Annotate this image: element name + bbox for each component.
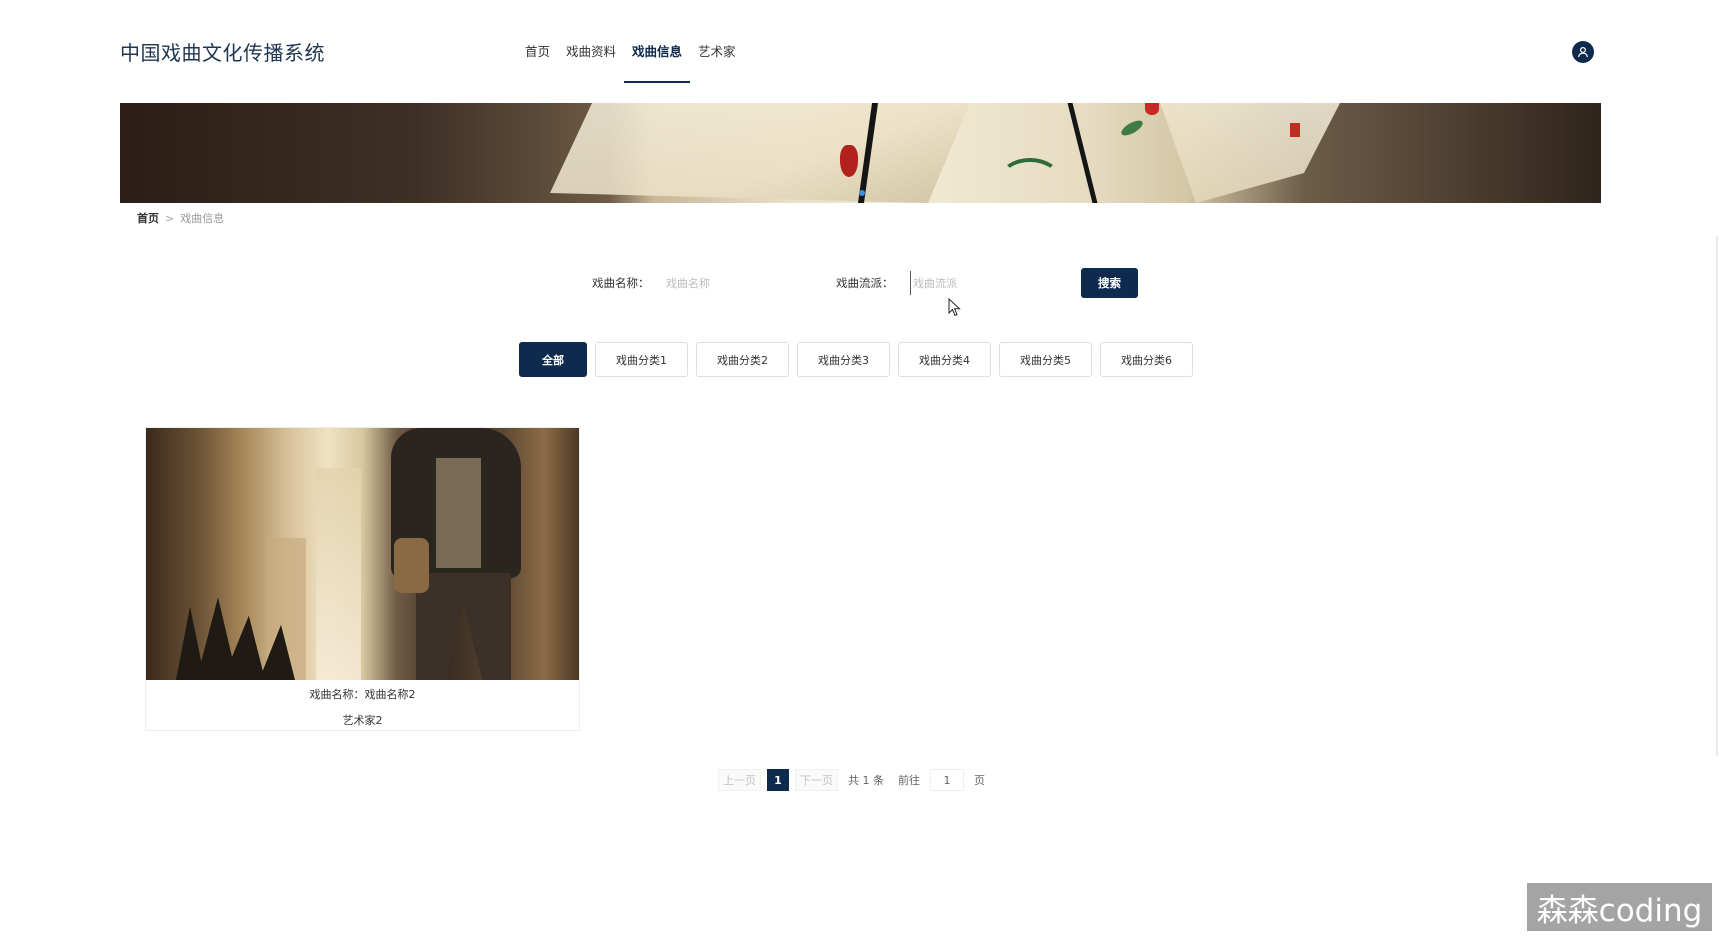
category-4[interactable]: 戏曲分类4 bbox=[898, 342, 991, 377]
carousel-indicator-dot[interactable] bbox=[859, 190, 865, 196]
nav-item-artists[interactable]: 艺术家 bbox=[690, 0, 744, 100]
pagination: 上一页 1 下一页 共 1 条 前往 页 bbox=[718, 769, 989, 791]
total-count: 共 1 条 bbox=[848, 774, 884, 787]
search-button[interactable]: 搜索 bbox=[1081, 268, 1138, 298]
category-2[interactable]: 戏曲分类2 bbox=[696, 342, 789, 377]
opera-card-image[interactable] bbox=[146, 428, 579, 680]
page: 中国戏曲文化传播系统 首页 戏曲资料 戏曲信息 艺术家 首页 > 戏曲信息 戏曲… bbox=[0, 0, 1722, 942]
main-nav: 首页 戏曲资料 戏曲信息 艺术家 bbox=[517, 0, 744, 100]
watermark: 森森coding bbox=[1527, 883, 1712, 931]
image-part bbox=[416, 573, 511, 680]
mouse-cursor-icon bbox=[948, 298, 961, 317]
banner-image-part bbox=[1067, 103, 1098, 203]
breadcrumb: 首页 > 戏曲信息 bbox=[137, 210, 224, 226]
page-unit-label: 页 bbox=[974, 774, 985, 787]
category-3[interactable]: 戏曲分类3 bbox=[797, 342, 890, 377]
banner-image-part bbox=[550, 103, 970, 203]
page-number-current[interactable]: 1 bbox=[767, 769, 789, 791]
banner-image-part bbox=[1145, 103, 1159, 115]
image-part bbox=[394, 538, 429, 593]
breadcrumb-current: 戏曲信息 bbox=[180, 212, 225, 225]
scrollbar-track[interactable] bbox=[1716, 236, 1718, 756]
category-filter: 全部 戏曲分类1 戏曲分类2 戏曲分类3 戏曲分类4 戏曲分类5 戏曲分类6 bbox=[519, 342, 1193, 377]
category-6[interactable]: 戏曲分类6 bbox=[1100, 342, 1193, 377]
opera-school-input[interactable] bbox=[910, 271, 1050, 295]
header: 中国戏曲文化传播系统 首页 戏曲资料 戏曲信息 艺术家 bbox=[0, 0, 1722, 100]
banner-image-part bbox=[1160, 103, 1340, 203]
banner-carousel[interactable] bbox=[120, 103, 1601, 203]
goto-label: 前往 bbox=[898, 774, 920, 787]
nav-item-opera-materials[interactable]: 戏曲资料 bbox=[558, 0, 624, 100]
site-title[interactable]: 中国戏曲文化传播系统 bbox=[120, 37, 325, 66]
breadcrumb-separator: > bbox=[165, 211, 175, 225]
breadcrumb-home[interactable]: 首页 bbox=[137, 210, 159, 226]
image-part bbox=[316, 468, 361, 680]
category-1[interactable]: 戏曲分类1 bbox=[595, 342, 688, 377]
user-icon[interactable] bbox=[1572, 41, 1594, 63]
opera-card[interactable]: 戏曲名称：戏曲名称2 艺术家2 bbox=[145, 427, 580, 731]
user-avatar-glyph bbox=[1578, 46, 1588, 58]
banner-image-part bbox=[840, 145, 858, 177]
image-part bbox=[436, 458, 481, 568]
next-page-button[interactable]: 下一页 bbox=[795, 769, 838, 791]
category-5[interactable]: 戏曲分类5 bbox=[999, 342, 1092, 377]
opera-school-label: 戏曲流派： bbox=[836, 276, 894, 290]
banner-image-part bbox=[1119, 117, 1145, 139]
opera-name-label: 戏曲名称： bbox=[592, 276, 650, 290]
goto-page-input[interactable] bbox=[930, 769, 964, 791]
banner-image-part bbox=[1290, 123, 1300, 137]
opera-card-artist: 艺术家2 bbox=[342, 714, 383, 727]
search-form: 戏曲名称： 戏曲流派： 搜索 bbox=[0, 268, 1722, 300]
prev-page-button[interactable]: 上一页 bbox=[718, 769, 761, 791]
nav-item-home[interactable]: 首页 bbox=[517, 0, 558, 100]
nav-item-opera-info[interactable]: 戏曲信息 bbox=[624, 0, 691, 100]
banner-image-part bbox=[1000, 158, 1060, 198]
opera-card-title: 戏曲名称：戏曲名称2 bbox=[309, 688, 416, 701]
opera-name-input[interactable] bbox=[666, 271, 806, 295]
category-all[interactable]: 全部 bbox=[519, 342, 587, 377]
